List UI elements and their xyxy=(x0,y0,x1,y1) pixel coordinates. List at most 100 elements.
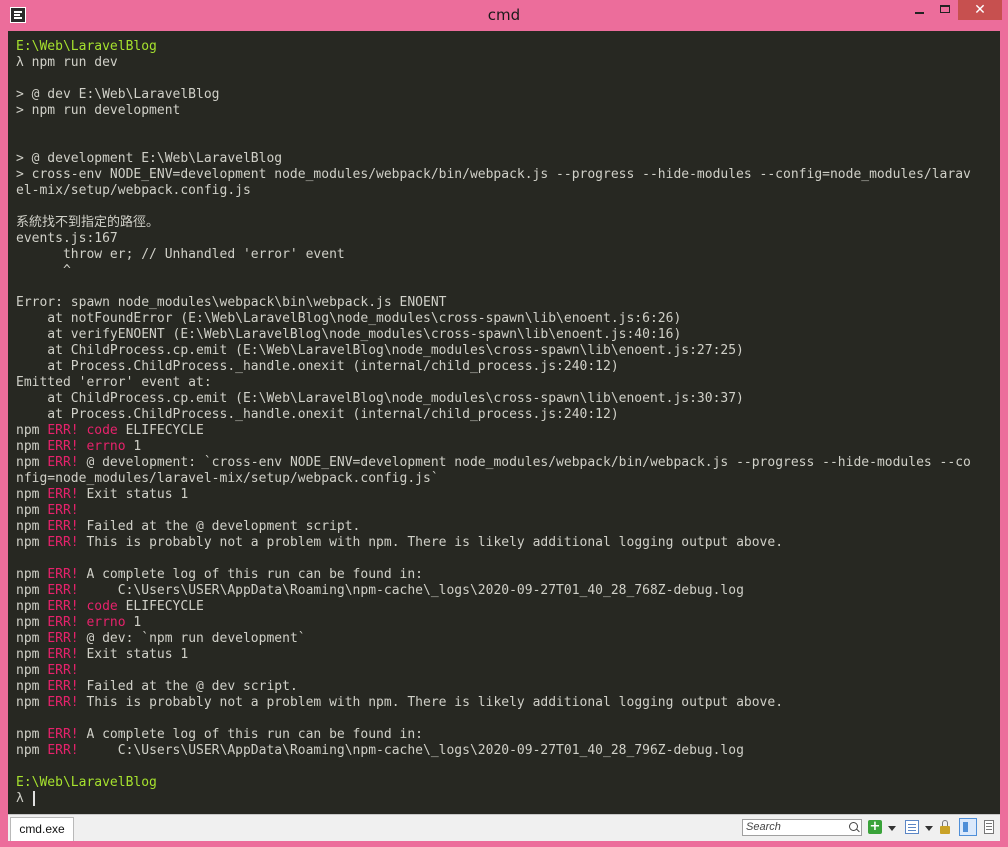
terminal-line: npm ERR! A complete log of this run can … xyxy=(16,567,971,583)
terminal-text: npm xyxy=(16,567,48,582)
terminal-text: npm xyxy=(16,615,48,630)
terminal-text: npm xyxy=(16,663,48,678)
add-console-dropdown-icon[interactable] xyxy=(888,826,896,831)
terminal-line: E:\Web\LaravelBlog xyxy=(16,39,971,55)
terminal-line: at Process.ChildProcess._handle.onexit (… xyxy=(16,407,971,423)
terminal-line: nfig=node_modules/laravel-mix/setup/webp… xyxy=(16,471,971,487)
terminal-lines: E:\Web\LaravelBlog λ npm run dev > @ dev E… xyxy=(16,39,971,807)
lock-icon[interactable] xyxy=(940,820,950,834)
search-input[interactable]: Search xyxy=(742,819,862,836)
view-dropdown-icon[interactable] xyxy=(925,826,933,831)
terminal-text: ELIFECYCLE xyxy=(117,599,204,614)
close-button[interactable]: ✕ xyxy=(958,0,1002,20)
terminal-line: npm ERR! C:\Users\USER\AppData\Roaming\n… xyxy=(16,743,971,759)
terminal-text: errno xyxy=(86,615,126,630)
terminal-line: npm ERR! code ELIFECYCLE xyxy=(16,423,971,439)
terminal-line: Emitted 'error' event at: xyxy=(16,375,971,391)
terminal-text: npm xyxy=(16,503,48,518)
terminal-text: at ChildProcess.cp.emit (E:\Web\LaravelB… xyxy=(16,343,744,358)
split-panel-icon[interactable] xyxy=(959,818,977,836)
terminal-line: npm ERR! Exit status 1 xyxy=(16,647,971,663)
terminal-line: npm ERR! Exit status 1 xyxy=(16,487,971,503)
terminal-text: This is probably not a problem with npm.… xyxy=(78,695,784,710)
terminal-output[interactable]: E:\Web\LaravelBlog λ npm run dev > @ dev E… xyxy=(8,31,1000,814)
terminal-text: C:\Users\USER\AppData\Roaming\npm-cache\… xyxy=(78,583,744,598)
terminal-line: > cross-env NODE_ENV=development node_mo… xyxy=(16,167,971,183)
tab-cmd-exe[interactable]: cmd.exe xyxy=(10,817,74,841)
terminal-text: ERR! xyxy=(47,727,79,742)
terminal-text: 系統找不到指定的路徑。 xyxy=(16,215,160,230)
terminal-text: > cross-env NODE_ENV=development node_mo… xyxy=(16,167,971,182)
terminal-line: npm ERR! This is probably not a problem … xyxy=(16,695,971,711)
terminal-text: at Process.ChildProcess._handle.onexit (… xyxy=(16,407,619,422)
terminal-line: npm ERR! A complete log of this run can … xyxy=(16,727,971,743)
terminal-text: npm xyxy=(16,519,48,534)
window-title: cmd xyxy=(487,6,521,24)
terminal-text: errno xyxy=(86,439,126,454)
terminal-line: throw er; // Unhandled 'error' event xyxy=(16,247,971,263)
terminal-text: ERR! xyxy=(47,503,79,518)
terminal-text: Error: spawn node_modules\webpack\bin\we… xyxy=(16,295,447,310)
terminal-text: code xyxy=(86,423,118,438)
terminal-line: λ npm run dev xyxy=(16,55,971,71)
terminal-text: npm xyxy=(16,631,48,646)
terminal-text: ERR! xyxy=(47,439,79,454)
terminal-text: ERR! xyxy=(47,583,79,598)
terminal-text: Exit status 1 xyxy=(78,487,189,502)
terminal-text: ERR! xyxy=(47,487,79,502)
terminal-text: npm xyxy=(16,583,48,598)
terminal-line: npm ERR! Failed at the @ development scr… xyxy=(16,519,971,535)
terminal-line: at notFoundError (E:\Web\LaravelBlog\nod… xyxy=(16,311,971,327)
terminal-text: ERR! xyxy=(47,663,79,678)
title-bar[interactable]: cmd ✕ xyxy=(0,0,1008,30)
terminal-text: ERR! xyxy=(47,631,79,646)
terminal-text: 1 xyxy=(125,439,142,454)
search-icon[interactable] xyxy=(849,822,858,831)
terminal-line: npm ERR! This is probably not a problem … xyxy=(16,535,971,551)
terminal-text: at ChildProcess.cp.emit (E:\Web\LaravelB… xyxy=(16,391,744,406)
terminal-line: at ChildProcess.cp.emit (E:\Web\LaravelB… xyxy=(16,343,971,359)
terminal-text: λ xyxy=(16,791,32,806)
terminal-text: Failed at the @ development script. xyxy=(78,519,361,534)
terminal-text: npm xyxy=(16,535,48,550)
terminal-line: npm ERR! Failed at the @ dev script. xyxy=(16,679,971,695)
terminal-text: nfig=node_modules/laravel-mix/setup/webp… xyxy=(16,471,439,486)
view-icon[interactable] xyxy=(905,820,919,834)
maximize-button[interactable] xyxy=(932,0,958,20)
terminal-text: ERR! xyxy=(47,743,79,758)
terminal-line: npm ERR! @ dev: `npm run development` xyxy=(16,631,971,647)
terminal-text: ERR! xyxy=(47,615,79,630)
terminal-text: > @ development E:\Web\LaravelBlog xyxy=(16,151,283,166)
terminal-line: λ xyxy=(16,791,971,807)
menu-icon[interactable] xyxy=(984,820,994,834)
terminal-text: npm xyxy=(16,455,48,470)
terminal-text: at verifyENOENT (E:\Web\LaravelBlog\node… xyxy=(16,327,682,342)
terminal-text: This is probably not a problem with npm.… xyxy=(78,535,784,550)
terminal-text: npm xyxy=(16,423,48,438)
terminal-text: A complete log of this run can be found … xyxy=(78,727,423,742)
terminal-text: ERR! xyxy=(47,519,79,534)
terminal-line: at ChildProcess.cp.emit (E:\Web\LaravelB… xyxy=(16,391,971,407)
terminal-text: ELIFECYCLE xyxy=(117,423,204,438)
terminal-text: ERR! xyxy=(47,455,79,470)
terminal-text: npm xyxy=(16,743,48,758)
terminal-line: at verifyENOENT (E:\Web\LaravelBlog\node… xyxy=(16,327,971,343)
terminal-text: ^ xyxy=(16,263,71,278)
add-console-button[interactable]: + xyxy=(868,820,882,834)
terminal-text: npm xyxy=(16,599,48,614)
terminal-text: at Process.ChildProcess._handle.onexit (… xyxy=(16,359,619,374)
minimize-button[interactable] xyxy=(906,0,932,20)
terminal-text: Failed at the @ dev script. xyxy=(78,679,298,694)
terminal-text: at notFoundError (E:\Web\LaravelBlog\nod… xyxy=(16,311,682,326)
terminal-text: ERR! xyxy=(47,647,79,662)
terminal-text: ERR! xyxy=(47,695,79,710)
terminal-text: events.js:167 xyxy=(16,231,118,246)
terminal-line: ^ xyxy=(16,263,971,279)
terminal-line: el-mix/setup/webpack.config.js xyxy=(16,183,971,199)
terminal-text: el-mix/setup/webpack.config.js xyxy=(16,183,251,198)
status-bar: cmd.exe Search + xyxy=(8,814,1000,841)
terminal-line: npm ERR! C:\Users\USER\AppData\Roaming\n… xyxy=(16,583,971,599)
